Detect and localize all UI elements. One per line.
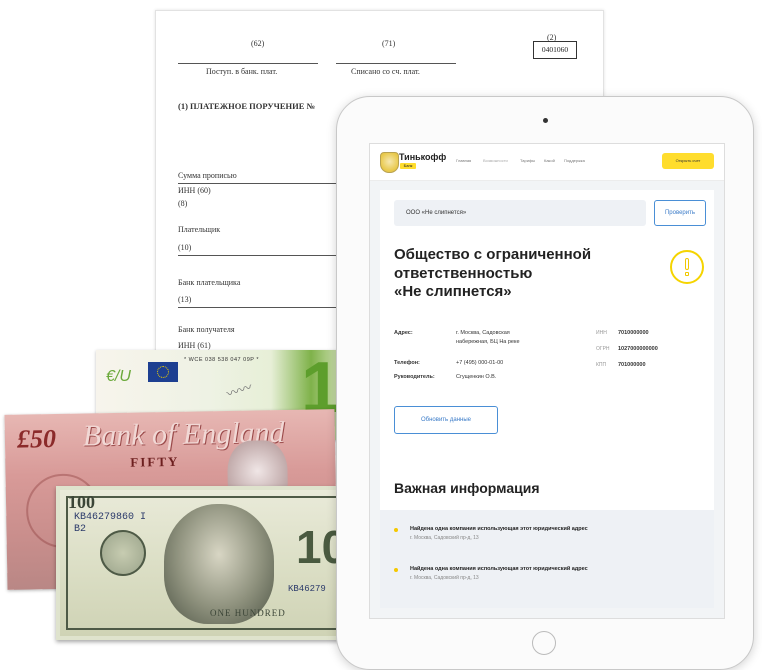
- important-info-list: Найдена одна компания использующая этот …: [380, 510, 714, 608]
- tablet-device: Тинькофф Банк Главная Возможности Тарифы…: [336, 96, 754, 670]
- logo-badge: Банк: [400, 163, 416, 169]
- nav-item-home[interactable]: Главная: [456, 158, 471, 163]
- item-title: Найдена одна компания использующая этот …: [410, 526, 588, 532]
- item-address: г. Москва, Садовский пр-д, 13: [410, 575, 479, 581]
- dollar-seal-icon: [100, 530, 146, 576]
- phone-label: Телефон:: [394, 360, 420, 366]
- kpp-label: КПП: [596, 362, 607, 368]
- company-check-card: ООО «Не слипнется» Проверить Общество с …: [380, 190, 714, 608]
- doc-payer: Плательщик: [178, 225, 221, 234]
- doc-line: [178, 255, 353, 256]
- doc-line: [178, 307, 353, 308]
- warning-icon-bar: [684, 258, 689, 270]
- company-title-line: «Не слипнется»: [394, 283, 512, 300]
- dollar-serial-b: B2: [74, 524, 87, 535]
- doc-recipient-bank: Банк получателя: [178, 325, 235, 334]
- company-search-input[interactable]: ООО «Не слипнется»: [394, 200, 646, 226]
- warning-icon-dot: [684, 272, 689, 276]
- site-header: Тинькофф Банк Главная Возможности Тарифы…: [370, 144, 724, 181]
- warning-icon: [670, 250, 704, 284]
- company-title: Общество с ограниченной ответственностью…: [394, 246, 624, 302]
- dollar-banknote: 100 KB46279860 I B2 10 KB46279 ONE HUNDR…: [56, 486, 364, 640]
- doc-line: [178, 183, 353, 184]
- tinkoff-emblem-icon[interactable]: [380, 152, 399, 173]
- doc-line: [178, 63, 318, 64]
- doc-field-13: (13): [178, 295, 192, 304]
- bullet-icon: [394, 528, 398, 532]
- dollar-serial: KB46279860 I: [74, 512, 147, 523]
- open-account-button[interactable]: Открыть счет: [662, 153, 714, 169]
- item-title: Найдена одна компания использующая этот …: [410, 566, 588, 572]
- inn-value: 7010000000: [618, 330, 649, 336]
- doc-cell-62: (62): [251, 39, 265, 48]
- pound-value: £50: [16, 424, 57, 454]
- item-address: г. Москва, Садовский пр-д, 13: [410, 535, 479, 541]
- phone-value: +7 (495) 000-01-00: [456, 360, 504, 366]
- camera-icon: [543, 118, 548, 123]
- eu-flag-icon: [148, 362, 178, 382]
- pound-fifty: FIFTY: [130, 453, 180, 470]
- dollar-value: 100: [68, 492, 95, 512]
- director-label: Руководитель:: [394, 374, 435, 380]
- bullet-icon: [394, 568, 398, 572]
- home-button[interactable]: [532, 631, 556, 655]
- ogrn-label: ОГРН: [596, 346, 610, 352]
- doc-title: (1) ПЛАТЕЖНОЕ ПОРУЧЕНИЕ №: [178, 101, 316, 111]
- logo-text[interactable]: Тинькофф: [399, 152, 446, 162]
- nav-item-tariffs[interactable]: Тарифы: [520, 158, 535, 163]
- euro-mark: €/U: [106, 368, 131, 385]
- check-button[interactable]: Проверить: [654, 200, 706, 226]
- franklin-portrait: [164, 504, 274, 624]
- tablet-screen: Тинькофф Банк Главная Возможности Тарифы…: [369, 143, 725, 619]
- company-title-line: Общество с ограниченной: [394, 246, 592, 263]
- dollar-bottom-text: ONE HUNDRED: [210, 608, 286, 618]
- doc-cell-71: (71): [382, 39, 396, 48]
- important-info-heading: Важная информация: [394, 480, 540, 496]
- address-value: г. Москва, Садовская набережная, БЦ На р…: [456, 329, 520, 347]
- doc-field-8: (8): [178, 199, 188, 208]
- nav-item-support[interactable]: Поддержка: [564, 158, 585, 163]
- update-data-button[interactable]: Обновить данные: [394, 406, 498, 434]
- doc-debited-label: Списано со сч. плат.: [351, 67, 420, 76]
- doc-inn: ИНН (60): [178, 186, 211, 195]
- address-label: Адрес:: [394, 330, 413, 336]
- doc-amount-words: Сумма прописью: [178, 171, 237, 180]
- nav-item-features[interactable]: Возможности: [483, 158, 508, 163]
- doc-inn-61: ИНН (61): [178, 341, 211, 350]
- dollar-serial-right: KB46279: [288, 584, 326, 594]
- ogrn-value: 1027000000000: [618, 346, 658, 352]
- doc-payer-bank: Банк плательщика: [178, 278, 241, 287]
- doc-form-code: 0401060: [533, 41, 577, 59]
- doc-line: [336, 63, 456, 64]
- euro-serial: * WCE 038 538 047 09P *: [184, 357, 259, 363]
- euro-signature: 〰〰: [224, 379, 255, 402]
- director-value: Сгущенкин О.В.: [456, 374, 497, 380]
- address-line: набережная, БЦ На реке: [456, 339, 520, 345]
- doc-received-label: Поступ. в банк. плат.: [206, 67, 278, 76]
- company-title-line: ответственностью: [394, 264, 533, 282]
- inn-label: ИНН: [596, 330, 607, 336]
- doc-field-10: (10): [178, 243, 192, 252]
- address-line: г. Москва, Садовская: [456, 330, 510, 336]
- kpp-value: 701000000: [618, 362, 646, 368]
- nav-item-which[interactable]: Какой: [544, 158, 555, 163]
